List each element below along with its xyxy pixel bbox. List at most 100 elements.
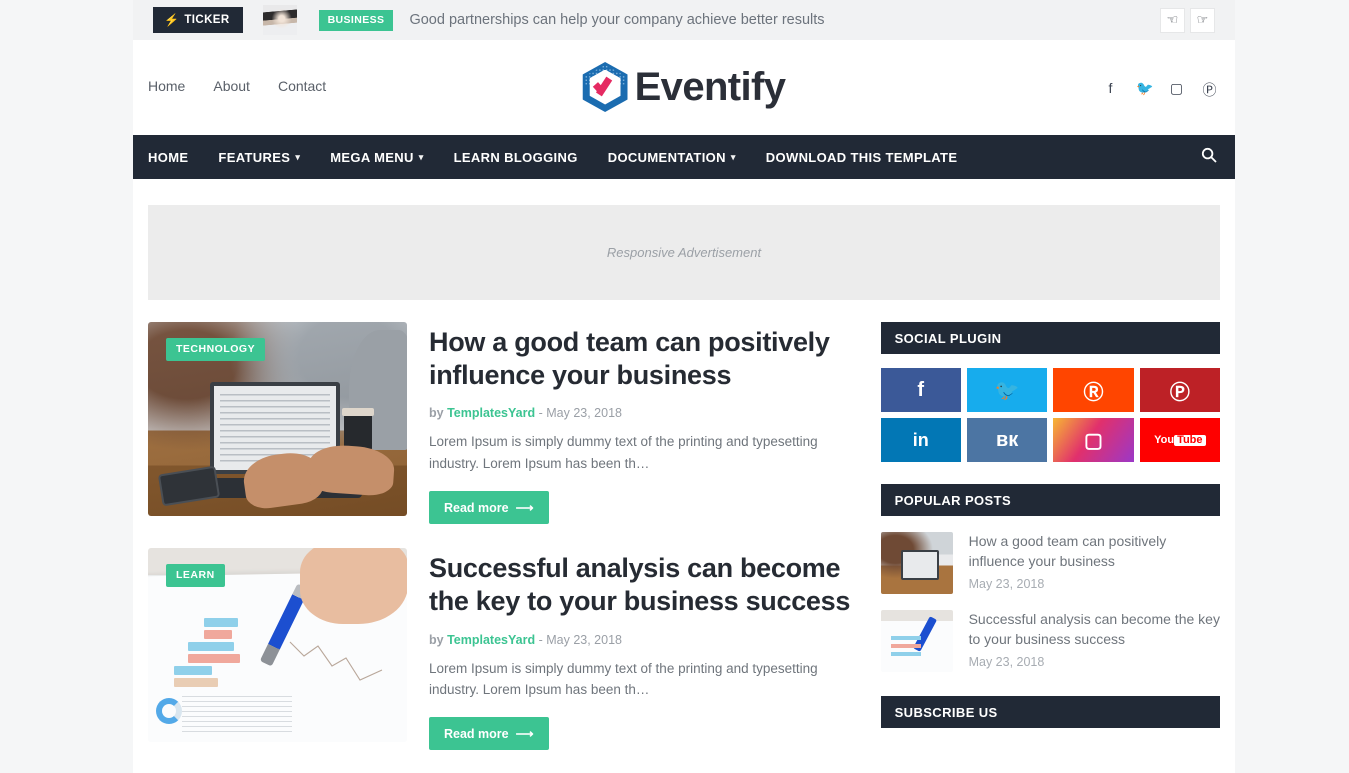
widget-subscribe-us: SUBSCRIBE US (880, 696, 1220, 728)
widget-popular-posts: POPULAR POSTS How a good team can positi… (880, 484, 1220, 672)
post-body: How a good team can positively influence… (429, 322, 853, 525)
popular-post-date: May 23, 2018 (968, 654, 1045, 669)
post-snippet: Lorem Ipsum is simply dummy text of the … (429, 660, 818, 698)
popular-post-item[interactable]: How a good team can positively influence… (880, 532, 1220, 594)
nav-item-home[interactable]: HOME (148, 150, 188, 165)
content-area: TECHNOLOGY How a good team can positivel… (133, 300, 1235, 773)
post-meta: by TemplatesYard - May 23, 2018 (429, 633, 853, 647)
logo-text: Eventify (634, 64, 786, 109)
nav-label: DOCUMENTATION (607, 149, 726, 165)
popular-post-body: Successful analysis can become the key t… (969, 610, 1220, 672)
post-category-badge[interactable]: LEARN (166, 564, 225, 588)
instagram-button[interactable]: ▢ (1053, 418, 1134, 462)
ticker-category-badge[interactable]: BUSINESS (318, 9, 394, 31)
youtube-label-top: You (1154, 433, 1175, 446)
pinterest-button[interactable]: Ⓟ (1139, 368, 1220, 412)
blog-page: ⚡ TICKER BUSINESS Good partnerships can … (0, 0, 1349, 773)
top-link-contact[interactable]: Contact (278, 78, 326, 94)
twitter-button[interactable]: 🐦 (966, 368, 1048, 412)
eventify-hexagon-logo-icon (582, 62, 628, 112)
widget-title: SOCIAL PLUGIN (880, 322, 1220, 354)
sidebar: SOCIAL PLUGIN f 🐦 Ⓡ Ⓟ in вк ▢ You Tube P… (880, 322, 1220, 773)
popular-post-thumbnail[interactable] (880, 610, 953, 672)
nav-item-mega-menu[interactable]: MEGA MENU ▾ (330, 150, 423, 165)
post-meta: by TemplatesYard - May 23, 2018 (429, 406, 853, 420)
chevron-down-icon: ▾ (295, 151, 301, 162)
arrow-right-icon: ⟶ (515, 727, 534, 742)
site-header: Home About Contact Eventify f 🐦 ▢ Ⓟ (133, 40, 1235, 135)
pinterest-icon[interactable]: Ⓟ (1202, 80, 1217, 100)
ticker-thumbnail-handshake[interactable] (262, 5, 297, 35)
line-chart-sketch-icon (289, 641, 383, 681)
post-author[interactable]: TemplatesYard (447, 406, 535, 420)
post-date-separator: - (538, 632, 543, 647)
post-by-label: by (429, 406, 444, 421)
ticker-next-button[interactable]: ☞ (1190, 7, 1215, 33)
nav-label: DOWNLOAD THIS TEMPLATE (765, 149, 958, 165)
main-navigation: HOME FEATURES ▾ MEGA MENU ▾ LEARN BLOGGI… (133, 135, 1235, 179)
ad-label: Responsive Advertisement (606, 245, 762, 260)
site-logo[interactable]: Eventify (582, 62, 786, 112)
youtube-label-bottom: Tube (1174, 434, 1206, 446)
ticker-nav: ☜ ☞ (1160, 7, 1215, 33)
news-ticker-bar: ⚡ TICKER BUSINESS Good partnerships can … (133, 0, 1235, 40)
post-thumbnail-hand-pen-chart[interactable]: LEARN (148, 548, 407, 743)
ticker-headline[interactable]: Good partnerships can help your company … (409, 12, 824, 28)
nav-item-learn-blogging[interactable]: LEARN BLOGGING (454, 150, 578, 165)
linkedin-button[interactable]: in (880, 418, 961, 462)
header-social-links: f 🐦 ▢ Ⓟ (1103, 80, 1217, 100)
chevron-down-icon: ▾ (730, 151, 736, 162)
ticker-tag: ⚡ TICKER (153, 7, 243, 33)
popular-post-title[interactable]: How a good team can positively influence… (969, 532, 1220, 572)
post-author[interactable]: TemplatesYard (447, 633, 535, 647)
content-shell: Home About Contact Eventify f 🐦 ▢ Ⓟ HOME… (133, 40, 1235, 773)
instagram-icon[interactable]: ▢ (1169, 80, 1184, 100)
post-thumbnail-office-team-laptop[interactable]: TECHNOLOGY (148, 322, 407, 516)
popular-post-body: How a good team can positively influence… (969, 532, 1220, 594)
ticker-tag-label: TICKER (184, 14, 230, 26)
facebook-icon[interactable]: f (1103, 80, 1118, 100)
read-more-label: Read more (444, 500, 509, 515)
top-link-home[interactable]: Home (148, 78, 185, 94)
vk-button[interactable]: вк (966, 418, 1048, 462)
read-more-label: Read more (444, 726, 509, 741)
youtube-button[interactable]: You Tube (1139, 418, 1220, 462)
post-body: Successful analysis can become the key t… (429, 548, 853, 751)
read-more-button[interactable]: Read more ⟶ (429, 717, 549, 751)
nav-item-documentation[interactable]: DOCUMENTATION ▾ (608, 150, 736, 165)
bolt-icon: ⚡ (164, 13, 180, 27)
popular-post-date: May 23, 2018 (968, 576, 1045, 591)
post-title[interactable]: How a good team can positively influence… (429, 326, 853, 392)
social-buttons-grid: f 🐦 Ⓡ Ⓟ in вк ▢ You Tube (880, 368, 1220, 462)
nav-label: HOME (148, 149, 189, 165)
reddit-button[interactable]: Ⓡ (1053, 368, 1134, 412)
read-more-button[interactable]: Read more ⟶ (429, 491, 549, 525)
post-title[interactable]: Successful analysis can become the key t… (429, 552, 853, 618)
nav-items: HOME FEATURES ▾ MEGA MENU ▾ LEARN BLOGGI… (148, 150, 957, 165)
post-by-label: by (429, 632, 444, 647)
nav-item-features[interactable]: FEATURES ▾ (218, 150, 300, 165)
top-link-about[interactable]: About (213, 78, 250, 94)
post-item: LEARN Successful analysis can become the… (148, 548, 853, 751)
facebook-button[interactable]: f (880, 368, 961, 412)
popular-post-thumbnail[interactable] (880, 532, 953, 594)
ticker-prev-button[interactable]: ☜ (1160, 7, 1185, 33)
search-icon[interactable] (1201, 147, 1217, 167)
header-top-links: Home About Contact (148, 78, 326, 94)
nav-item-download-this-template[interactable]: DOWNLOAD THIS TEMPLATE (766, 150, 958, 165)
nav-label: LEARN BLOGGING (453, 149, 578, 165)
post-date-separator: - (538, 406, 543, 421)
widget-social-plugin: SOCIAL PLUGIN f 🐦 Ⓡ Ⓟ in вк ▢ You Tube (880, 322, 1220, 462)
nav-label: MEGA MENU (330, 149, 414, 165)
twitter-icon[interactable]: 🐦 (1136, 80, 1153, 100)
popular-post-item[interactable]: Successful analysis can become the key t… (880, 610, 1220, 672)
post-list: TECHNOLOGY How a good team can positivel… (148, 322, 853, 773)
post-date: May 23, 2018 (546, 406, 622, 421)
post-date: May 23, 2018 (546, 632, 622, 647)
widget-title: POPULAR POSTS (880, 484, 1220, 516)
nav-label: FEATURES (218, 149, 291, 165)
post-category-badge[interactable]: TECHNOLOGY (166, 338, 266, 361)
arrow-right-icon: ⟶ (515, 501, 534, 516)
post-snippet: Lorem Ipsum is simply dummy text of the … (429, 434, 818, 472)
popular-post-title[interactable]: Successful analysis can become the key t… (969, 610, 1220, 650)
